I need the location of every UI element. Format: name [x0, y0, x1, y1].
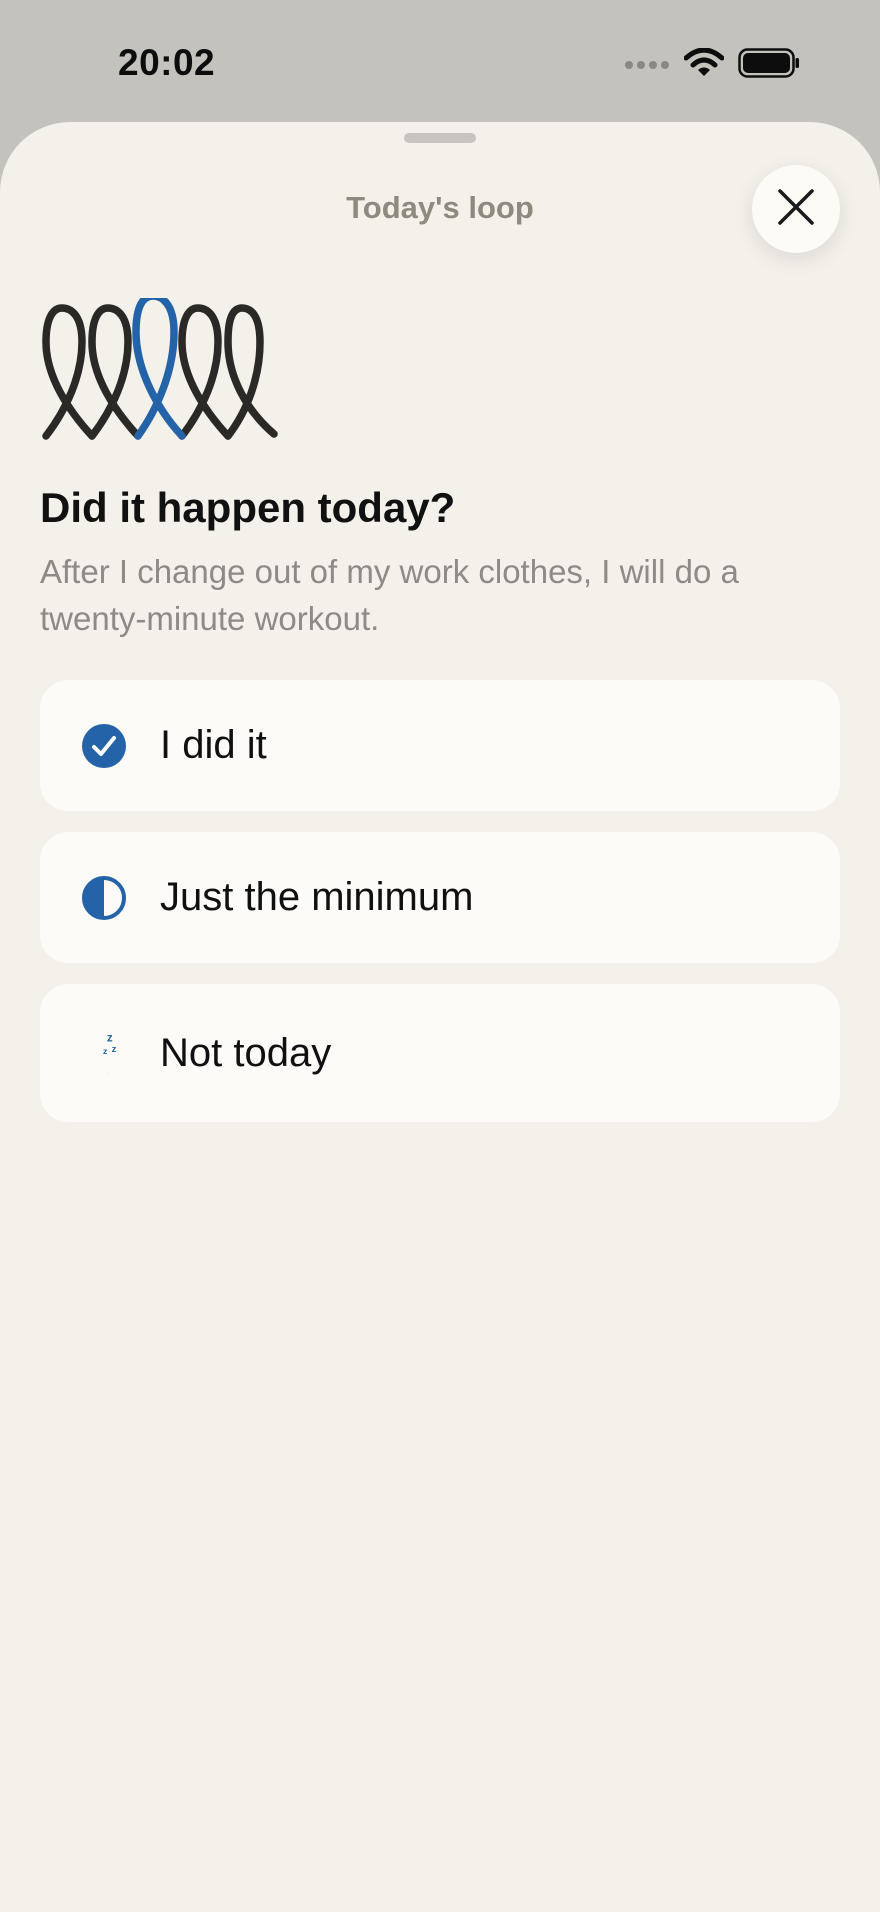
bottom-sheet: Today's loop Did it happen today? After … — [0, 122, 880, 1912]
option-label: I did it — [160, 723, 267, 767]
option-label: Not today — [160, 1030, 332, 1075]
svg-text:z: z — [103, 1046, 107, 1056]
svg-text:z: z — [112, 1044, 117, 1055]
half-circle-icon — [80, 874, 128, 922]
wifi-icon — [683, 47, 725, 83]
option-not-today-button[interactable]: z z z Not today — [40, 984, 840, 1122]
loop-3-highlighted — [132, 292, 186, 440]
moon-zzz-icon: z z z — [80, 1029, 128, 1077]
loop-5 — [224, 304, 278, 440]
sheet-title: Today's loop — [346, 190, 534, 225]
battery-icon — [738, 48, 800, 83]
option-label: Just the minimum — [160, 875, 474, 919]
loop-chain-icon — [40, 292, 280, 448]
option-minimum-button[interactable]: Just the minimum — [40, 832, 840, 963]
loop-4 — [178, 304, 232, 440]
cellular-signal-icon — [624, 57, 670, 75]
close-icon — [777, 188, 815, 231]
status-bar: 20:02 — [0, 0, 880, 122]
svg-text:z: z — [107, 1032, 113, 1044]
question-heading: Did it happen today? — [40, 484, 456, 531]
sheet-grabber[interactable] — [404, 133, 476, 143]
close-button[interactable] — [752, 165, 840, 253]
option-did-it-button[interactable]: I did it — [40, 680, 840, 811]
loop-1 — [42, 304, 96, 440]
status-time: 20:02 — [118, 42, 216, 83]
checkmark-circle-icon — [80, 722, 128, 770]
habit-description: After I change out of my work clothes, I… — [40, 553, 739, 637]
loop-2 — [88, 304, 142, 440]
status-icons — [624, 47, 800, 83]
